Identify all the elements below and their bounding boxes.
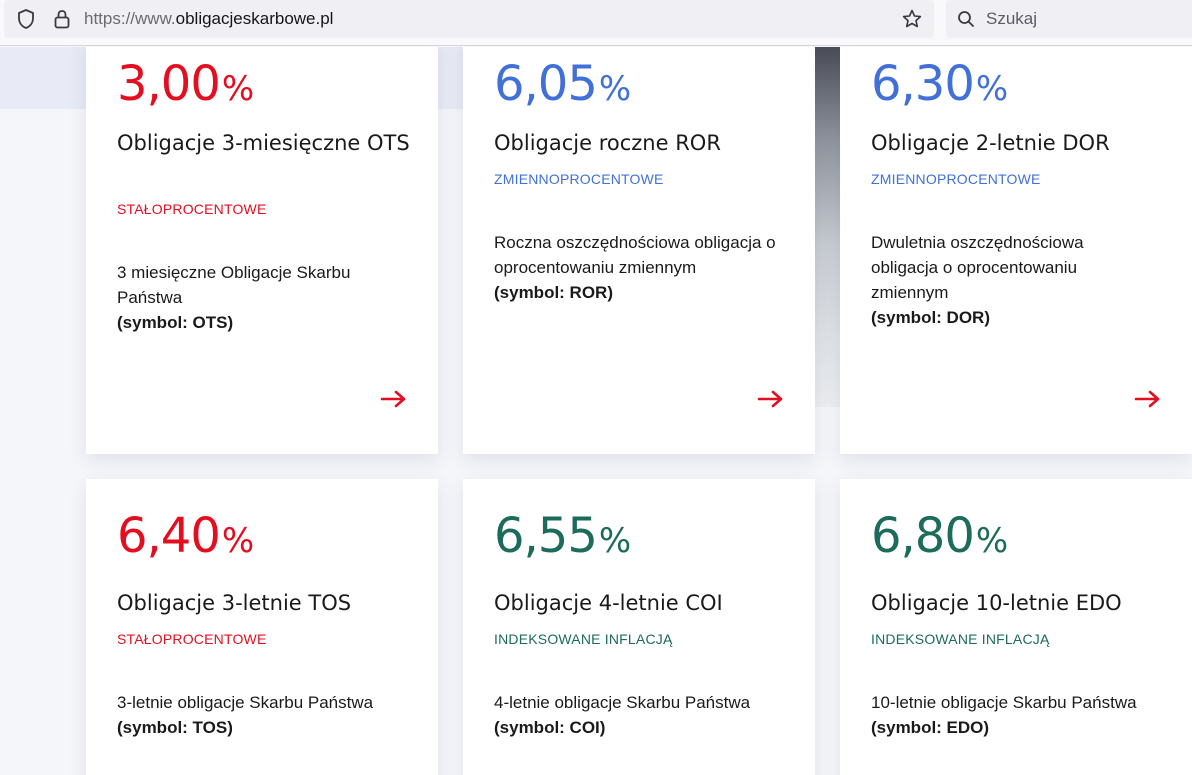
description-text: Dwuletnia oszczędnościowa obligacja o op… xyxy=(871,233,1084,302)
rate-value: 6,40 xyxy=(117,508,221,564)
arrow-right-icon[interactable] xyxy=(380,389,408,409)
url-domain: obligacjeskarbowe.pl xyxy=(175,9,334,28)
bond-title[interactable]: Obligacje roczne ROR xyxy=(494,128,794,158)
bond-description: Roczna oszczędnościowa obligacja o oproc… xyxy=(494,230,794,305)
rate-value: 6,30 xyxy=(871,56,975,112)
bond-title[interactable]: Obligacje 2-letnie DOR xyxy=(871,128,1171,158)
interest-rate: 6,40% xyxy=(117,512,254,561)
bond-description: Dwuletnia oszczędnościowa obligacja o op… xyxy=(871,230,1121,330)
interest-rate: 6,80% xyxy=(871,512,1008,561)
bond-type: ZMIENNOPROCENTOWE xyxy=(871,171,1041,187)
bond-symbol: (symbol: ROR) xyxy=(494,283,613,302)
bond-card-dor[interactable]: 6,30% Obligacje 2-letnie DOR ZMIENNOPROC… xyxy=(840,47,1192,454)
arrow-right-icon[interactable] xyxy=(1134,389,1162,409)
percent-sign: % xyxy=(221,521,254,561)
bond-description: 4-letnie obligacje Skarbu Państwa (symbol… xyxy=(494,690,794,740)
description-text: Roczna oszczędnościowa obligacja o oproc… xyxy=(494,233,776,277)
bond-symbol: (symbol: OTS) xyxy=(117,313,234,332)
bond-description: 3-letnie obligacje Skarbu Państwa (symbol… xyxy=(117,690,417,740)
bond-type: STAŁOPROCENTOWE xyxy=(117,201,267,217)
interest-rate: 3,00% xyxy=(117,60,254,109)
bond-card-tos[interactable]: 6,40% Obligacje 3-letnie TOS STAŁOPROCEN… xyxy=(86,479,438,775)
arrow-right-icon[interactable] xyxy=(757,389,785,409)
bond-type: STAŁOPROCENTOWE xyxy=(117,631,267,647)
interest-rate: 6,05% xyxy=(494,60,631,109)
address-bar[interactable]: https://www.obligacjeskarbowe.pl xyxy=(4,0,934,38)
bond-title[interactable]: Obligacje 4-letnie COI xyxy=(494,588,794,618)
bond-title[interactable]: Obligacje 3-miesięczne OTS xyxy=(117,128,417,158)
bond-symbol: (symbol: DOR) xyxy=(871,308,990,327)
search-icon xyxy=(958,11,974,27)
rate-value: 6,55 xyxy=(494,508,598,564)
description-text: 4-letnie obligacje Skarbu Państwa xyxy=(494,693,751,712)
bond-title[interactable]: Obligacje 3-letnie TOS xyxy=(117,588,417,618)
bond-title[interactable]: Obligacje 10-letnie EDO xyxy=(871,588,1171,618)
bond-type: INDEKSOWANE INFLACJĄ xyxy=(494,631,673,647)
percent-sign: % xyxy=(598,69,631,109)
percent-sign: % xyxy=(221,69,254,109)
interest-rate: 6,30% xyxy=(871,60,1008,109)
page-content: 3,00% Obligacje 3-miesięczne OTS STAŁOPR… xyxy=(0,47,1192,775)
bond-symbol: (symbol: TOS) xyxy=(117,718,233,737)
description-text: 10-letnie obligacje Skarbu Państwa xyxy=(871,693,1137,712)
bond-symbol: (symbol: COI) xyxy=(494,718,606,737)
bond-type: INDEKSOWANE INFLACJĄ xyxy=(871,631,1050,647)
lock-icon[interactable] xyxy=(52,8,72,30)
bond-description: 10-letnie obligacje Skarbu Państwa (symbo… xyxy=(871,690,1171,740)
rate-value: 3,00 xyxy=(117,56,221,112)
browser-toolbar: https://www.obligacjeskarbowe.pl Szukaj xyxy=(0,0,1192,46)
url-text[interactable]: https://www.obligacjeskarbowe.pl xyxy=(84,9,333,29)
interest-rate: 6,55% xyxy=(494,512,631,561)
rate-value: 6,80 xyxy=(871,508,975,564)
bond-type: ZMIENNOPROCENTOWE xyxy=(494,171,664,187)
percent-sign: % xyxy=(975,521,1008,561)
percent-sign: % xyxy=(598,521,631,561)
shield-icon[interactable] xyxy=(16,8,36,30)
search-bar[interactable]: Szukaj xyxy=(946,0,1192,38)
bookmark-star-icon[interactable] xyxy=(900,7,924,31)
bond-symbol: (symbol: EDO) xyxy=(871,718,990,737)
bond-card-ror[interactable]: 6,05% Obligacje roczne ROR ZMIENNOPROCEN… xyxy=(463,47,815,454)
bond-description: 3 miesięczne Obligacje Skarbu Państwa (sy… xyxy=(117,260,417,335)
description-text: 3-letnie obligacje Skarbu Państwa xyxy=(117,693,374,712)
rate-value: 6,05 xyxy=(494,56,598,112)
url-prefix: https://www. xyxy=(84,9,176,28)
bond-card-edo[interactable]: 6,80% Obligacje 10-letnie EDO INDEKSOWAN… xyxy=(840,479,1192,775)
bond-card-ots[interactable]: 3,00% Obligacje 3-miesięczne OTS STAŁOPR… xyxy=(86,47,438,454)
description-text: 3 miesięczne Obligacje Skarbu Państwa xyxy=(117,263,351,307)
search-placeholder: Szukaj xyxy=(986,9,1038,28)
percent-sign: % xyxy=(975,69,1008,109)
bond-card-coi[interactable]: 6,55% Obligacje 4-letnie COI INDEKSOWANE… xyxy=(463,479,815,775)
